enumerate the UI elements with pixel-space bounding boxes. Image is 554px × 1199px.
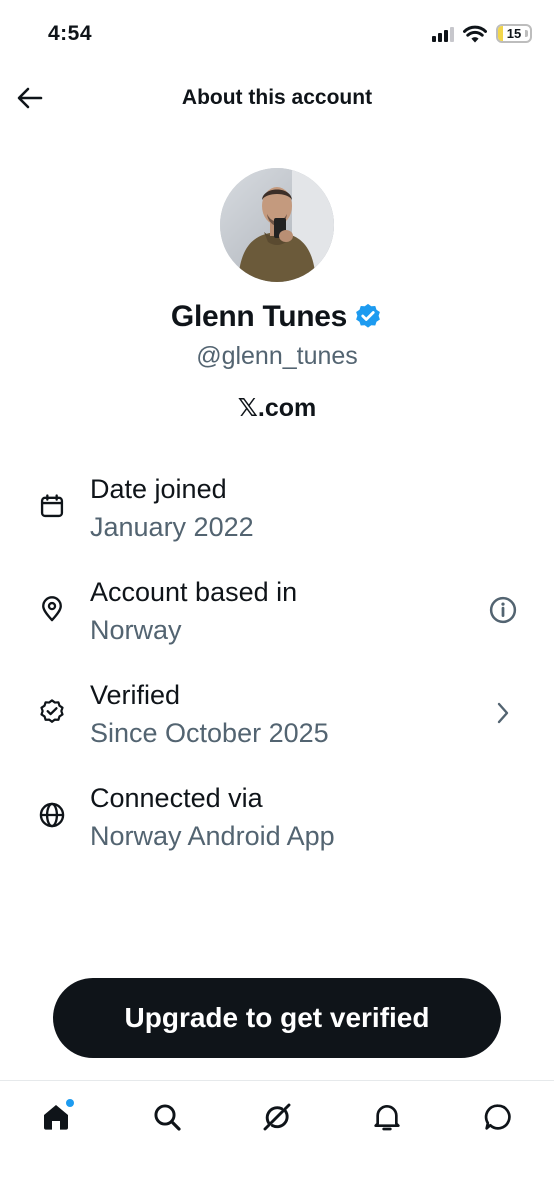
- grok-icon: [263, 1103, 291, 1131]
- detail-label: Date joined: [90, 474, 227, 504]
- detail-value: January 2022: [90, 512, 254, 542]
- detail-label: Account based in: [90, 577, 298, 607]
- battery-level: 15: [506, 26, 522, 41]
- cellular-signal-icon: [432, 26, 454, 42]
- calendar-icon: [36, 490, 68, 522]
- avatar-photo: [220, 168, 334, 282]
- profile-name-row: Glenn Tunes: [0, 300, 554, 334]
- search-icon: [154, 1104, 181, 1131]
- bottom-nav: [0, 1080, 554, 1199]
- battery-icon: 15: [496, 24, 532, 43]
- nav-search[interactable]: [147, 1097, 187, 1137]
- avatar[interactable]: [220, 168, 334, 282]
- verified-outline-icon: [36, 696, 68, 728]
- detail-label: Verified: [90, 680, 181, 710]
- location-pin-icon: [36, 593, 68, 625]
- messages-icon: [484, 1104, 511, 1130]
- detail-row-date-joined: Date joined January 2022: [0, 474, 554, 564]
- status-time: 4:54: [48, 22, 93, 45]
- info-icon[interactable]: [486, 593, 520, 627]
- detail-label: Connected via: [90, 783, 263, 813]
- globe-icon: [36, 799, 68, 831]
- notifications-icon: [374, 1105, 400, 1131]
- display-name: Glenn Tunes: [170, 300, 348, 333]
- notification-dot: [66, 1099, 74, 1107]
- verified-badge-icon: [356, 303, 380, 328]
- wifi-icon: [463, 25, 487, 42]
- platform-domain: 𝕏.com: [237, 394, 317, 422]
- detail-row-verified[interactable]: Verified Since October 2025: [0, 680, 554, 770]
- nav-home[interactable]: [36, 1097, 76, 1137]
- nav-notifications[interactable]: [367, 1097, 407, 1137]
- detail-value: Norway Android App: [90, 821, 335, 851]
- upgrade-verified-button[interactable]: Upgrade to get verified: [53, 978, 501, 1058]
- detail-row-connected-via: Connected via Norway Android App: [0, 783, 554, 873]
- status-bar: 4:54 15: [0, 0, 554, 64]
- nav-messages[interactable]: [478, 1097, 518, 1137]
- header: About this account: [0, 70, 554, 126]
- detail-row-account-based-in: Account based in Norway: [0, 577, 554, 667]
- status-indicators: 15: [432, 24, 532, 43]
- username-handle: @glenn_tunes: [196, 342, 358, 370]
- detail-value: Since October 2025: [90, 718, 329, 748]
- nav-grok[interactable]: [257, 1097, 297, 1137]
- chevron-right-icon[interactable]: [486, 696, 520, 730]
- page-title: About this account: [181, 86, 373, 109]
- detail-value: Norway: [90, 615, 182, 645]
